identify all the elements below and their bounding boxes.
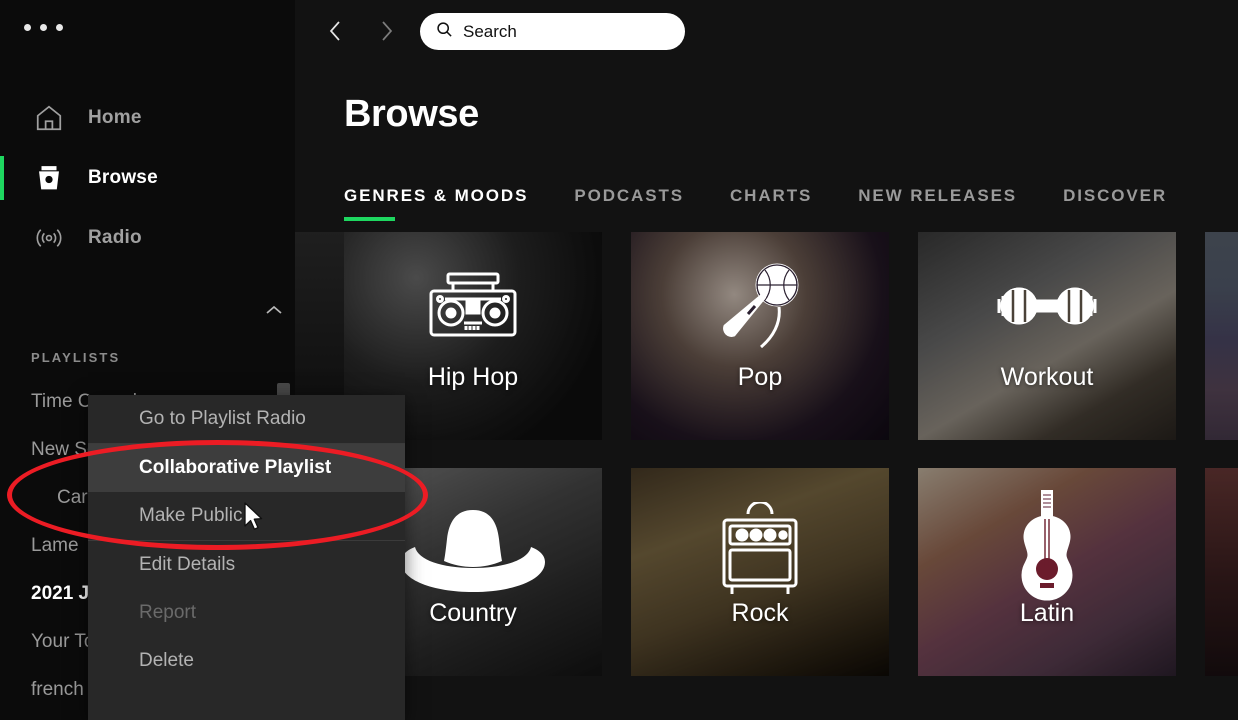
genre-card-rock[interactable]: Rock bbox=[631, 468, 889, 676]
forward-button[interactable] bbox=[367, 14, 405, 52]
dot-1 bbox=[24, 24, 31, 31]
search-input[interactable] bbox=[463, 21, 663, 42]
genre-card-label: Hip Hop bbox=[427, 363, 519, 391]
sidebar-item-browse[interactable]: Browse bbox=[0, 148, 295, 208]
sidebar-item-home[interactable]: Home bbox=[0, 88, 295, 148]
genre-card-partial-right-bottom[interactable] bbox=[1205, 468, 1238, 676]
window-menu-dots[interactable] bbox=[24, 24, 63, 31]
back-button[interactable] bbox=[317, 14, 355, 52]
genre-card-grid: Hip Hop Pop Workout Country Rock Latin bbox=[295, 230, 1238, 720]
browse-tabs: GENRES & MOODS PODCASTS CHARTS NEW RELEA… bbox=[344, 186, 1167, 221]
genre-card-workout[interactable]: Workout bbox=[918, 232, 1176, 440]
main-content: Browse GENRES & MOODS PODCASTS CHARTS NE… bbox=[295, 66, 1238, 720]
playlist-context-menu: Go to Playlist Radio Collaborative Playl… bbox=[88, 395, 405, 720]
top-bar bbox=[295, 0, 1238, 66]
search-bar[interactable] bbox=[420, 13, 685, 50]
browse-icon bbox=[32, 161, 66, 195]
amplifier-icon bbox=[631, 498, 889, 606]
menu-item-report: Report bbox=[139, 602, 197, 623]
dot-2 bbox=[40, 24, 47, 31]
menu-item-make-public[interactable]: Make Public bbox=[88, 492, 405, 540]
tab-discover[interactable]: DISCOVER bbox=[1063, 186, 1167, 221]
menu-item-edit-details[interactable]: Edit Details bbox=[88, 541, 405, 589]
spotify-app-window: Home Browse Radio PLAYLISTS Time New Son… bbox=[0, 0, 1238, 720]
dumbbell-icon bbox=[918, 258, 1176, 354]
tab-new-releases[interactable]: NEW RELEASES bbox=[858, 186, 1017, 221]
genre-card-label: Rock bbox=[731, 599, 789, 627]
chevron-left-icon bbox=[326, 18, 346, 49]
sidebar-item-home-label: Home bbox=[88, 107, 142, 128]
home-icon bbox=[32, 101, 66, 135]
genre-card-latin[interactable]: Latin bbox=[918, 468, 1176, 676]
tab-podcasts[interactable]: PODCASTS bbox=[574, 186, 684, 221]
microphone-icon bbox=[631, 258, 889, 354]
genre-card-label: Workout bbox=[1000, 363, 1094, 391]
tab-charts[interactable]: CHARTS bbox=[730, 186, 812, 221]
genre-card-label: Latin bbox=[1019, 599, 1075, 627]
chevron-up-icon[interactable] bbox=[259, 296, 289, 324]
boombox-icon bbox=[344, 258, 602, 354]
radio-icon bbox=[32, 221, 66, 255]
page-title: Browse bbox=[344, 93, 479, 135]
menu-item-collaborative-playlist[interactable]: Collaborative Playlist bbox=[88, 444, 405, 492]
sidebar-item-radio-label: Radio bbox=[88, 227, 142, 248]
sidebar-item-radio[interactable]: Radio bbox=[0, 208, 295, 268]
menu-item-delete[interactable]: Delete bbox=[88, 637, 405, 685]
card-artwork bbox=[1205, 468, 1238, 676]
sidebar-nav: Home Browse Radio bbox=[0, 88, 295, 268]
acoustic-guitar-icon bbox=[918, 484, 1176, 610]
search-icon bbox=[436, 21, 453, 43]
menu-item-go-to-playlist-radio[interactable]: Go to Playlist Radio bbox=[88, 395, 405, 443]
chevron-right-icon bbox=[376, 18, 396, 49]
genre-card-pop[interactable]: Pop bbox=[631, 232, 889, 440]
card-artwork bbox=[1205, 232, 1238, 440]
genre-card-partial-right-top[interactable] bbox=[1205, 232, 1238, 440]
playlists-section-header: PLAYLISTS bbox=[31, 350, 121, 365]
sidebar-item-browse-label: Browse bbox=[88, 167, 158, 188]
dot-3 bbox=[56, 24, 63, 31]
tab-genres-and-moods[interactable]: GENRES & MOODS bbox=[344, 186, 528, 221]
genre-card-label: Pop bbox=[737, 363, 783, 391]
